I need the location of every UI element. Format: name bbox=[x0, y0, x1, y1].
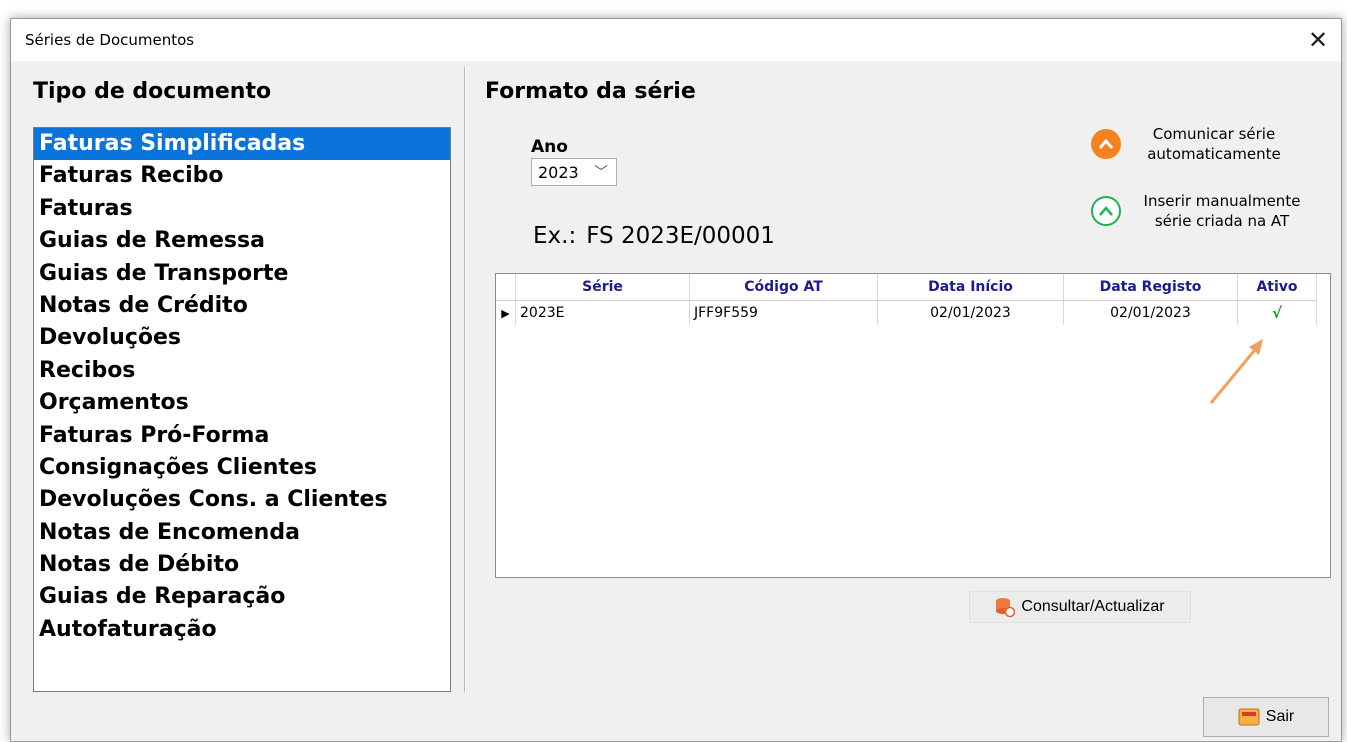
list-item-notas-de-encomenda[interactable]: Notas de Encomenda bbox=[34, 517, 450, 549]
list-item-notas-de-debito[interactable]: Notas de Débito bbox=[34, 549, 450, 581]
document-type-heading: Tipo de documento bbox=[33, 79, 272, 104]
list-item-devolucoes[interactable]: Devoluções bbox=[34, 322, 450, 354]
list-item-recibos[interactable]: Recibos bbox=[34, 355, 450, 387]
column-header-data-registo[interactable]: Data Registo bbox=[1064, 274, 1238, 300]
column-header-data-inicio[interactable]: Data Início bbox=[878, 274, 1064, 300]
cell-serie[interactable]: 2023E bbox=[516, 301, 690, 325]
example-code: FS 2023E/00001 bbox=[586, 223, 775, 249]
sair-label: Sair bbox=[1265, 708, 1295, 725]
list-item-guias-de-reparacao[interactable]: Guias de Reparação bbox=[34, 581, 450, 613]
option-manual-label: Inserir manualmente série criada na AT bbox=[1143, 192, 1301, 230]
table-row[interactable]: ▶ 2023E JFF9F559 02/01/2023 02/01/2023 √ bbox=[496, 301, 1317, 325]
consultar-actualizar-button[interactable]: Consultar/Actualizar bbox=[969, 591, 1191, 623]
row-header-corner bbox=[496, 274, 516, 300]
consultar-label: Consultar/Actualizar bbox=[1021, 598, 1165, 615]
series-example: Ex.: FS 2023E/00001 bbox=[533, 223, 775, 249]
list-item-faturas-recibo[interactable]: Faturas Recibo bbox=[34, 160, 450, 192]
row-pointer-icon: ▶ bbox=[496, 301, 516, 325]
series-format-heading: Formato da série bbox=[485, 79, 696, 104]
list-item-devolucoes-cons-clientes[interactable]: Devoluções Cons. a Clientes bbox=[34, 484, 450, 516]
chevron-down-icon: ﹀ bbox=[594, 165, 608, 181]
year-select[interactable]: 2023 ﹀ bbox=[531, 158, 617, 186]
list-item-faturas[interactable]: Faturas bbox=[34, 193, 450, 225]
example-prefix: Ex.: bbox=[533, 223, 577, 249]
list-item-faturas-simplificadas[interactable]: Faturas Simplificadas bbox=[34, 128, 450, 161]
year-label: Ano bbox=[531, 137, 568, 157]
cell-codigo-at[interactable]: JFF9F559 bbox=[690, 301, 878, 325]
series-grid[interactable]: Série Código AT Data Início Data Registo… bbox=[495, 273, 1331, 578]
list-item-orcamentos[interactable]: Orçamentos bbox=[34, 387, 450, 419]
year-value: 2023 bbox=[538, 163, 579, 182]
chevron-up-outline-icon bbox=[1091, 196, 1121, 226]
title-bar: Séries de Documentos ✕ bbox=[11, 19, 1341, 61]
list-item-consignacoes-clientes[interactable]: Consignações Clientes bbox=[34, 452, 450, 484]
cell-data-registo[interactable]: 02/01/2023 bbox=[1064, 301, 1238, 325]
annotation-arrow bbox=[1209, 339, 1263, 404]
chevron-up-filled-icon bbox=[1091, 129, 1121, 159]
cell-data-inicio[interactable]: 02/01/2023 bbox=[878, 301, 1064, 325]
list-item-guias-de-transporte[interactable]: Guias de Transporte bbox=[34, 258, 450, 290]
column-header-ativo[interactable]: Ativo bbox=[1238, 274, 1317, 300]
series-dialog: Séries de Documentos ✕ Tipo de documento… bbox=[10, 18, 1342, 742]
list-item-guias-de-remessa[interactable]: Guias de Remessa bbox=[34, 225, 450, 257]
cell-ativo-check-icon[interactable]: √ bbox=[1238, 301, 1317, 325]
document-type-list[interactable]: Faturas Simplificadas Faturas Recibo Fat… bbox=[33, 127, 451, 692]
list-item-faturas-pro-forma[interactable]: Faturas Pró-Forma bbox=[34, 420, 450, 452]
database-refresh-icon bbox=[996, 598, 1016, 617]
option-communicate-auto[interactable]: Comunicar série automaticamente bbox=[1091, 124, 1299, 164]
column-header-serie[interactable]: Série bbox=[516, 274, 690, 300]
column-header-codigo-at[interactable]: Código AT bbox=[690, 274, 878, 300]
panel-divider bbox=[464, 67, 466, 692]
option-auto-label: Comunicar série automaticamente bbox=[1147, 125, 1281, 163]
exit-icon bbox=[1238, 708, 1260, 726]
list-item-notas-de-credito[interactable]: Notas de Crédito bbox=[34, 290, 450, 322]
close-icon[interactable]: ✕ bbox=[1295, 19, 1341, 61]
window-title: Séries de Documentos bbox=[25, 31, 195, 49]
list-item-autofaturacao[interactable]: Autofaturação bbox=[34, 614, 450, 646]
sair-button[interactable]: Sair bbox=[1203, 697, 1329, 737]
grid-header: Série Código AT Data Início Data Registo… bbox=[496, 274, 1317, 301]
option-insert-manual[interactable]: Inserir manualmente série criada na AT bbox=[1091, 191, 1315, 231]
